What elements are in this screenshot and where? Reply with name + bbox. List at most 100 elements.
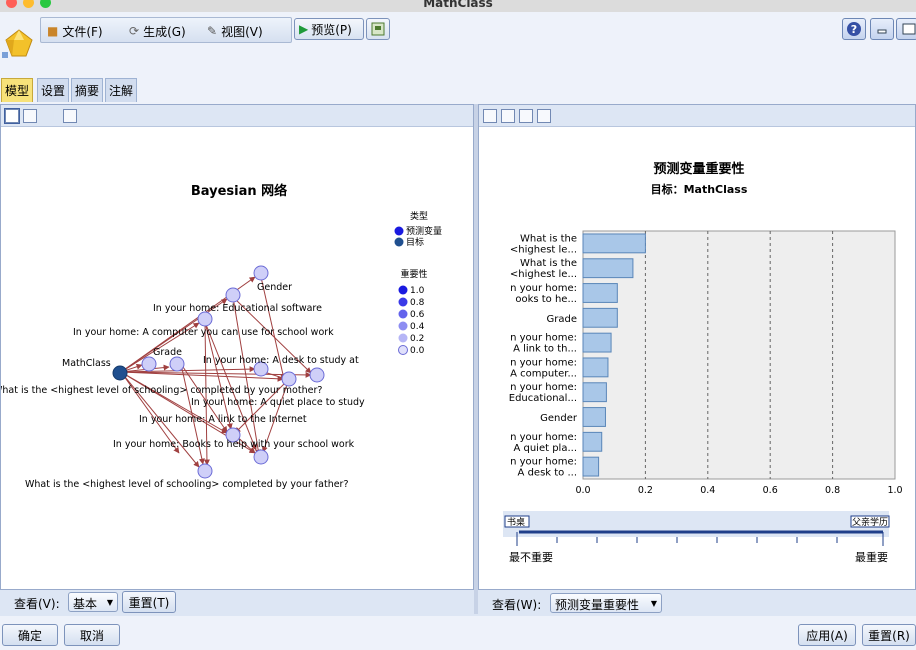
- category-label: What is the: [520, 258, 577, 269]
- category-label: Grade: [547, 314, 578, 325]
- legend-importance-3: 0.6: [410, 310, 425, 320]
- view-menu[interactable]: ✎ 视图(V): [207, 22, 263, 40]
- cancel-button[interactable]: 取消: [64, 624, 120, 646]
- legend-importance-2: 0.8: [410, 298, 425, 308]
- tab-settings[interactable]: 设置: [37, 78, 70, 102]
- minimize-button[interactable]: [870, 18, 894, 40]
- node-gender[interactable]: [253, 265, 269, 281]
- category-label: <highest le...: [510, 244, 577, 255]
- category-label: n your home:: [510, 457, 577, 468]
- legend-target-swatch: [394, 237, 404, 247]
- node-target-mathclass[interactable]: [112, 365, 128, 381]
- tab-annotation[interactable]: 注解: [105, 78, 138, 102]
- reset-view-button[interactable]: 重置(T): [122, 591, 176, 613]
- model-nugget-icon: [2, 29, 33, 58]
- apply-button-label: 应用(A): [806, 628, 848, 643]
- category-label: Gender: [540, 413, 578, 424]
- help-button[interactable]: ?: [842, 18, 866, 40]
- view-label: 查看(V):: [14, 597, 60, 611]
- tabs-row: [0, 74, 916, 104]
- reset-view-label: 重置(T): [128, 595, 170, 610]
- export-button[interactable]: [366, 18, 390, 40]
- tab-settings-label: 设置: [41, 84, 66, 98]
- node-computer[interactable]: [197, 311, 213, 327]
- label-quiet: In your home: A quiet place to study: [191, 397, 365, 408]
- view-type-value: 预测变量重要性: [555, 598, 640, 612]
- importance-pane: 预测变量重要性 目标：MathClass What is the <highest…: [478, 104, 916, 590]
- network-title: Bayesian 网络: [191, 183, 287, 199]
- legend-importance-heading: 重要性: [400, 268, 427, 280]
- node-software[interactable]: [225, 287, 241, 303]
- network-node-labels: Gender In your home: Educational softwar…: [1, 282, 365, 490]
- generate-icon: ⟳: [129, 24, 140, 38]
- node-books[interactable]: [253, 449, 269, 465]
- scale-left-tag: 书桌: [507, 516, 525, 528]
- left-bottom-bar: 查看(V): 基本 ▼ 重置(T): [0, 590, 474, 614]
- category-label: n your home:: [510, 432, 577, 443]
- node-mother[interactable]: [281, 371, 297, 387]
- ok-button-label: 确定: [17, 628, 42, 643]
- file-menu[interactable]: ■ 文件(F): [47, 22, 103, 40]
- network-view-icon[interactable]: [4, 108, 20, 124]
- category-label: n your home:: [510, 333, 577, 344]
- category-label: What is the: [520, 233, 577, 244]
- tab-summary-label: 摘要: [75, 84, 100, 98]
- label-books: In your home: Books to help with your sc…: [113, 439, 355, 450]
- preview-button-label: 预览(P): [311, 22, 352, 37]
- legend-importance-6: 0.0: [410, 346, 425, 356]
- importance-bar: [582, 407, 606, 427]
- node-grade-left[interactable]: [141, 356, 157, 372]
- category-label: A desk to ...: [518, 468, 577, 479]
- importance-chart: 预测变量重要性 目标：MathClass What is the<highest…: [503, 161, 903, 564]
- generate-menu-label: 生成(G): [143, 24, 186, 39]
- tab-model-label: 模型: [5, 84, 30, 98]
- maximize-icon: [902, 23, 916, 35]
- table-icon[interactable]: [501, 109, 515, 123]
- tab-summary[interactable]: 摘要: [71, 78, 104, 102]
- category-label: A quiet pla...: [513, 443, 577, 454]
- print-icon[interactable]: [519, 109, 533, 123]
- dialog-footer: [0, 616, 916, 650]
- label-target: MathClass: [62, 358, 111, 369]
- layout-icon[interactable]: [537, 109, 551, 123]
- category-label: Educational...: [509, 393, 577, 404]
- legend-importance-5: 0.2: [410, 334, 424, 344]
- preview-button[interactable]: ▶ 预览(P): [294, 18, 364, 40]
- apply-button[interactable]: 应用(A): [798, 624, 856, 646]
- table-view-icon[interactable]: [23, 109, 37, 123]
- scale-right-label: 最重要: [855, 550, 888, 564]
- importance-bar: [582, 357, 609, 378]
- scale-right-tag: 父亲学历: [852, 516, 888, 528]
- brush-icon: ✎: [207, 24, 218, 38]
- help-icon: ?: [847, 22, 861, 36]
- menu-bar: ■ 文件(F) ⟳ 生成(G) ✎ 视图(V): [40, 17, 292, 43]
- legend-target-label: 目标: [406, 236, 424, 248]
- file-menu-label: 文件(F): [62, 24, 103, 39]
- layout-icon[interactable]: [63, 109, 77, 123]
- view-menu-label: 视图(V): [221, 24, 263, 39]
- reset-button[interactable]: 重置(R): [862, 624, 916, 646]
- label-desk: In your home: A desk to study at: [203, 355, 359, 366]
- ok-button[interactable]: 确定: [2, 624, 58, 646]
- right-bottom-bar: 查看(W): 预测变量重要性 ▼: [478, 590, 916, 614]
- view-type-select[interactable]: 预测变量重要性 ▼: [550, 593, 662, 613]
- view-mode-select[interactable]: 基本 ▼: [68, 592, 118, 612]
- maximize-button[interactable]: [896, 18, 916, 40]
- graph-icon[interactable]: [483, 109, 497, 123]
- importance-bar: [582, 307, 618, 328]
- node-grade[interactable]: [169, 356, 185, 372]
- legend-importance-list: 1.0 0.8 0.6 0.4 0.2 0.0: [398, 285, 425, 356]
- reset-button-label: 重置(R): [868, 628, 910, 643]
- generate-menu[interactable]: ⟳ 生成(G): [129, 22, 186, 40]
- x-tick-label: 0.4: [700, 485, 715, 496]
- label-grade: Grade: [153, 347, 182, 358]
- node-father[interactable]: [197, 463, 213, 479]
- importance-bar: [582, 233, 646, 254]
- scale-left-label: 最不重要: [509, 550, 553, 564]
- node-quiet[interactable]: [309, 367, 325, 383]
- minimize-icon: [877, 29, 887, 34]
- tab-model[interactable]: 模型: [1, 78, 34, 102]
- label-software: In your home: Educational software: [153, 303, 322, 314]
- category-label: n your home:: [510, 382, 577, 393]
- importance-bar: [582, 258, 634, 279]
